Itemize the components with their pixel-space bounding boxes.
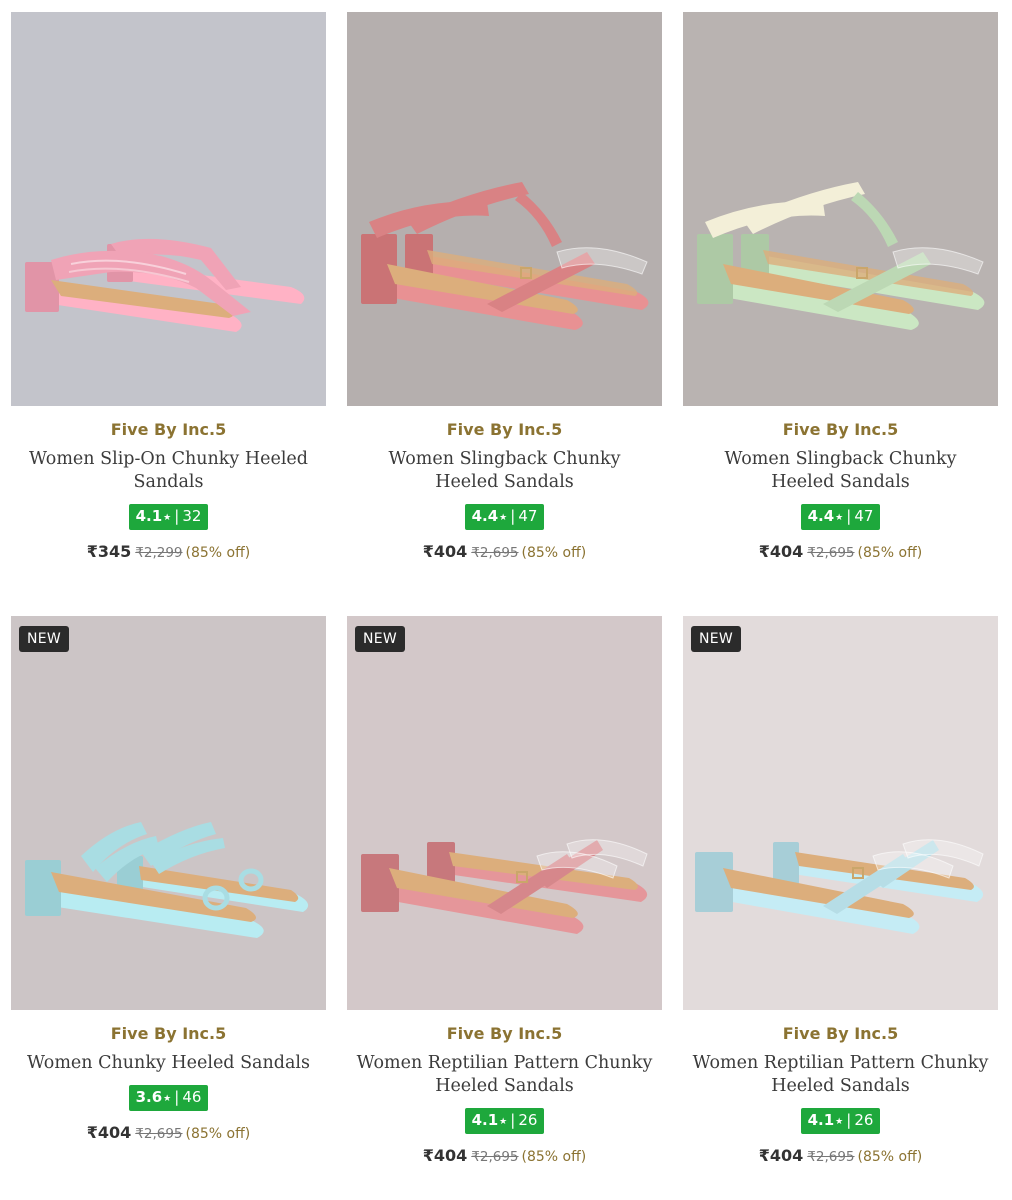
rating-separator: | (174, 507, 180, 525)
discount: (85% off) (857, 545, 923, 561)
new-badge: NEW (355, 626, 406, 652)
price-row: ₹404 ₹2,695 (85% off) (683, 1146, 998, 1167)
brand-name: Five By Inc.5 (782, 1024, 899, 1043)
product-card[interactable]: NEW Five By Inc.5 Women Reptilian Patter… (683, 616, 998, 1167)
mrp: ₹2,695 (135, 1126, 183, 1142)
rating-separator: | (846, 1111, 852, 1129)
rating-count: 46 (182, 1088, 202, 1106)
sandal-image (347, 12, 662, 406)
mrp: ₹2,695 (471, 1149, 519, 1165)
price-row: ₹404 ₹2,695 (85% off) (347, 1146, 662, 1167)
product-image[interactable] (347, 616, 662, 1010)
rating-badge: 4.1★ | 26 (800, 1108, 881, 1134)
rating-badge: 4.1★ | 32 (128, 504, 209, 530)
sandal-image (347, 616, 662, 1010)
rating-value: 4.1 (135, 507, 163, 525)
mrp: ₹2,695 (807, 545, 855, 561)
rating-value: 4.4 (471, 507, 499, 525)
discount: (85% off) (857, 1149, 923, 1165)
discount: (85% off) (521, 545, 587, 561)
rating-separator: | (846, 507, 852, 525)
rating-value: 4.4 (807, 507, 835, 525)
rating-separator: | (510, 507, 516, 525)
product-name[interactable]: Women Chunky Heeled Sandals (19, 1052, 319, 1075)
rating-separator: | (510, 1111, 516, 1129)
star-icon: ★ (499, 1117, 508, 1127)
price: ₹404 (422, 1146, 468, 1165)
brand-name: Five By Inc.5 (782, 420, 899, 439)
star-icon: ★ (163, 1094, 172, 1104)
rating-badge: 3.6★ | 46 (128, 1085, 209, 1111)
product-card[interactable]: Five By Inc.5 Women Slip-On Chunky Heele… (11, 12, 326, 563)
product-name[interactable]: Women Reptilian Pattern Chunky Heeled Sa… (355, 1052, 655, 1098)
rating-count: 26 (518, 1111, 538, 1129)
product-image[interactable] (347, 12, 662, 406)
product-card[interactable]: NEW Five By Inc.5 Women Reptilian Patter… (347, 616, 662, 1167)
brand-name: Five By Inc.5 (110, 420, 227, 439)
mrp: ₹2,299 (135, 545, 183, 561)
new-badge: NEW (691, 626, 742, 652)
rating-separator: | (174, 1088, 180, 1106)
price: ₹404 (422, 542, 468, 561)
mrp: ₹2,695 (807, 1149, 855, 1165)
sandal-image (683, 616, 998, 1010)
discount: (85% off) (185, 1126, 251, 1142)
product-name[interactable]: Women Slip-On Chunky Heeled Sandals (19, 448, 319, 494)
product-image[interactable] (11, 12, 326, 406)
rating-value: 4.1 (807, 1111, 835, 1129)
sandal-image (11, 616, 326, 1010)
star-icon: ★ (835, 1117, 844, 1127)
rating-count: 32 (182, 507, 202, 525)
star-icon: ★ (499, 513, 508, 523)
price: ₹404 (86, 1123, 132, 1142)
new-badge: NEW (19, 626, 70, 652)
discount: (85% off) (521, 1149, 587, 1165)
product-image[interactable] (683, 12, 998, 406)
star-icon: ★ (835, 513, 844, 523)
price-row: ₹404 ₹2,695 (85% off) (347, 542, 662, 563)
rating-count: 47 (854, 507, 874, 525)
rating-badge: 4.1★ | 26 (464, 1108, 545, 1134)
product-card[interactable]: NEW Five By Inc.5 Women Chunky Heeled Sa… (11, 616, 326, 1144)
brand-name: Five By Inc.5 (110, 1024, 227, 1043)
sandal-image (11, 12, 326, 406)
product-name[interactable]: Women Reptilian Pattern Chunky Heeled Sa… (691, 1052, 991, 1098)
brand-name: Five By Inc.5 (446, 420, 563, 439)
price-row: ₹404 ₹2,695 (85% off) (11, 1123, 326, 1144)
price: ₹404 (758, 1146, 804, 1165)
price-row: ₹404 ₹2,695 (85% off) (683, 542, 998, 563)
product-name[interactable]: Women Slingback Chunky Heeled Sandals (355, 448, 655, 494)
rating-badge: 4.4★ | 47 (800, 504, 881, 530)
price: ₹404 (758, 542, 804, 561)
price: ₹345 (86, 542, 132, 561)
discount: (85% off) (185, 545, 251, 561)
sandal-image (683, 12, 998, 406)
mrp: ₹2,695 (471, 545, 519, 561)
price-row: ₹345 ₹2,299 (85% off) (11, 542, 326, 563)
rating-value: 4.1 (471, 1111, 499, 1129)
rating-badge: 4.4★ | 47 (464, 504, 545, 530)
product-image[interactable] (11, 616, 326, 1010)
star-icon: ★ (163, 513, 172, 523)
brand-name: Five By Inc.5 (446, 1024, 563, 1043)
product-card[interactable]: Five By Inc.5 Women Slingback Chunky Hee… (347, 12, 662, 563)
product-image[interactable] (683, 616, 998, 1010)
product-name[interactable]: Women Slingback Chunky Heeled Sandals (691, 448, 991, 494)
product-card[interactable]: Five By Inc.5 Women Slingback Chunky Hee… (683, 12, 998, 563)
rating-value: 3.6 (135, 1088, 163, 1106)
rating-count: 26 (854, 1111, 874, 1129)
rating-count: 47 (518, 507, 538, 525)
